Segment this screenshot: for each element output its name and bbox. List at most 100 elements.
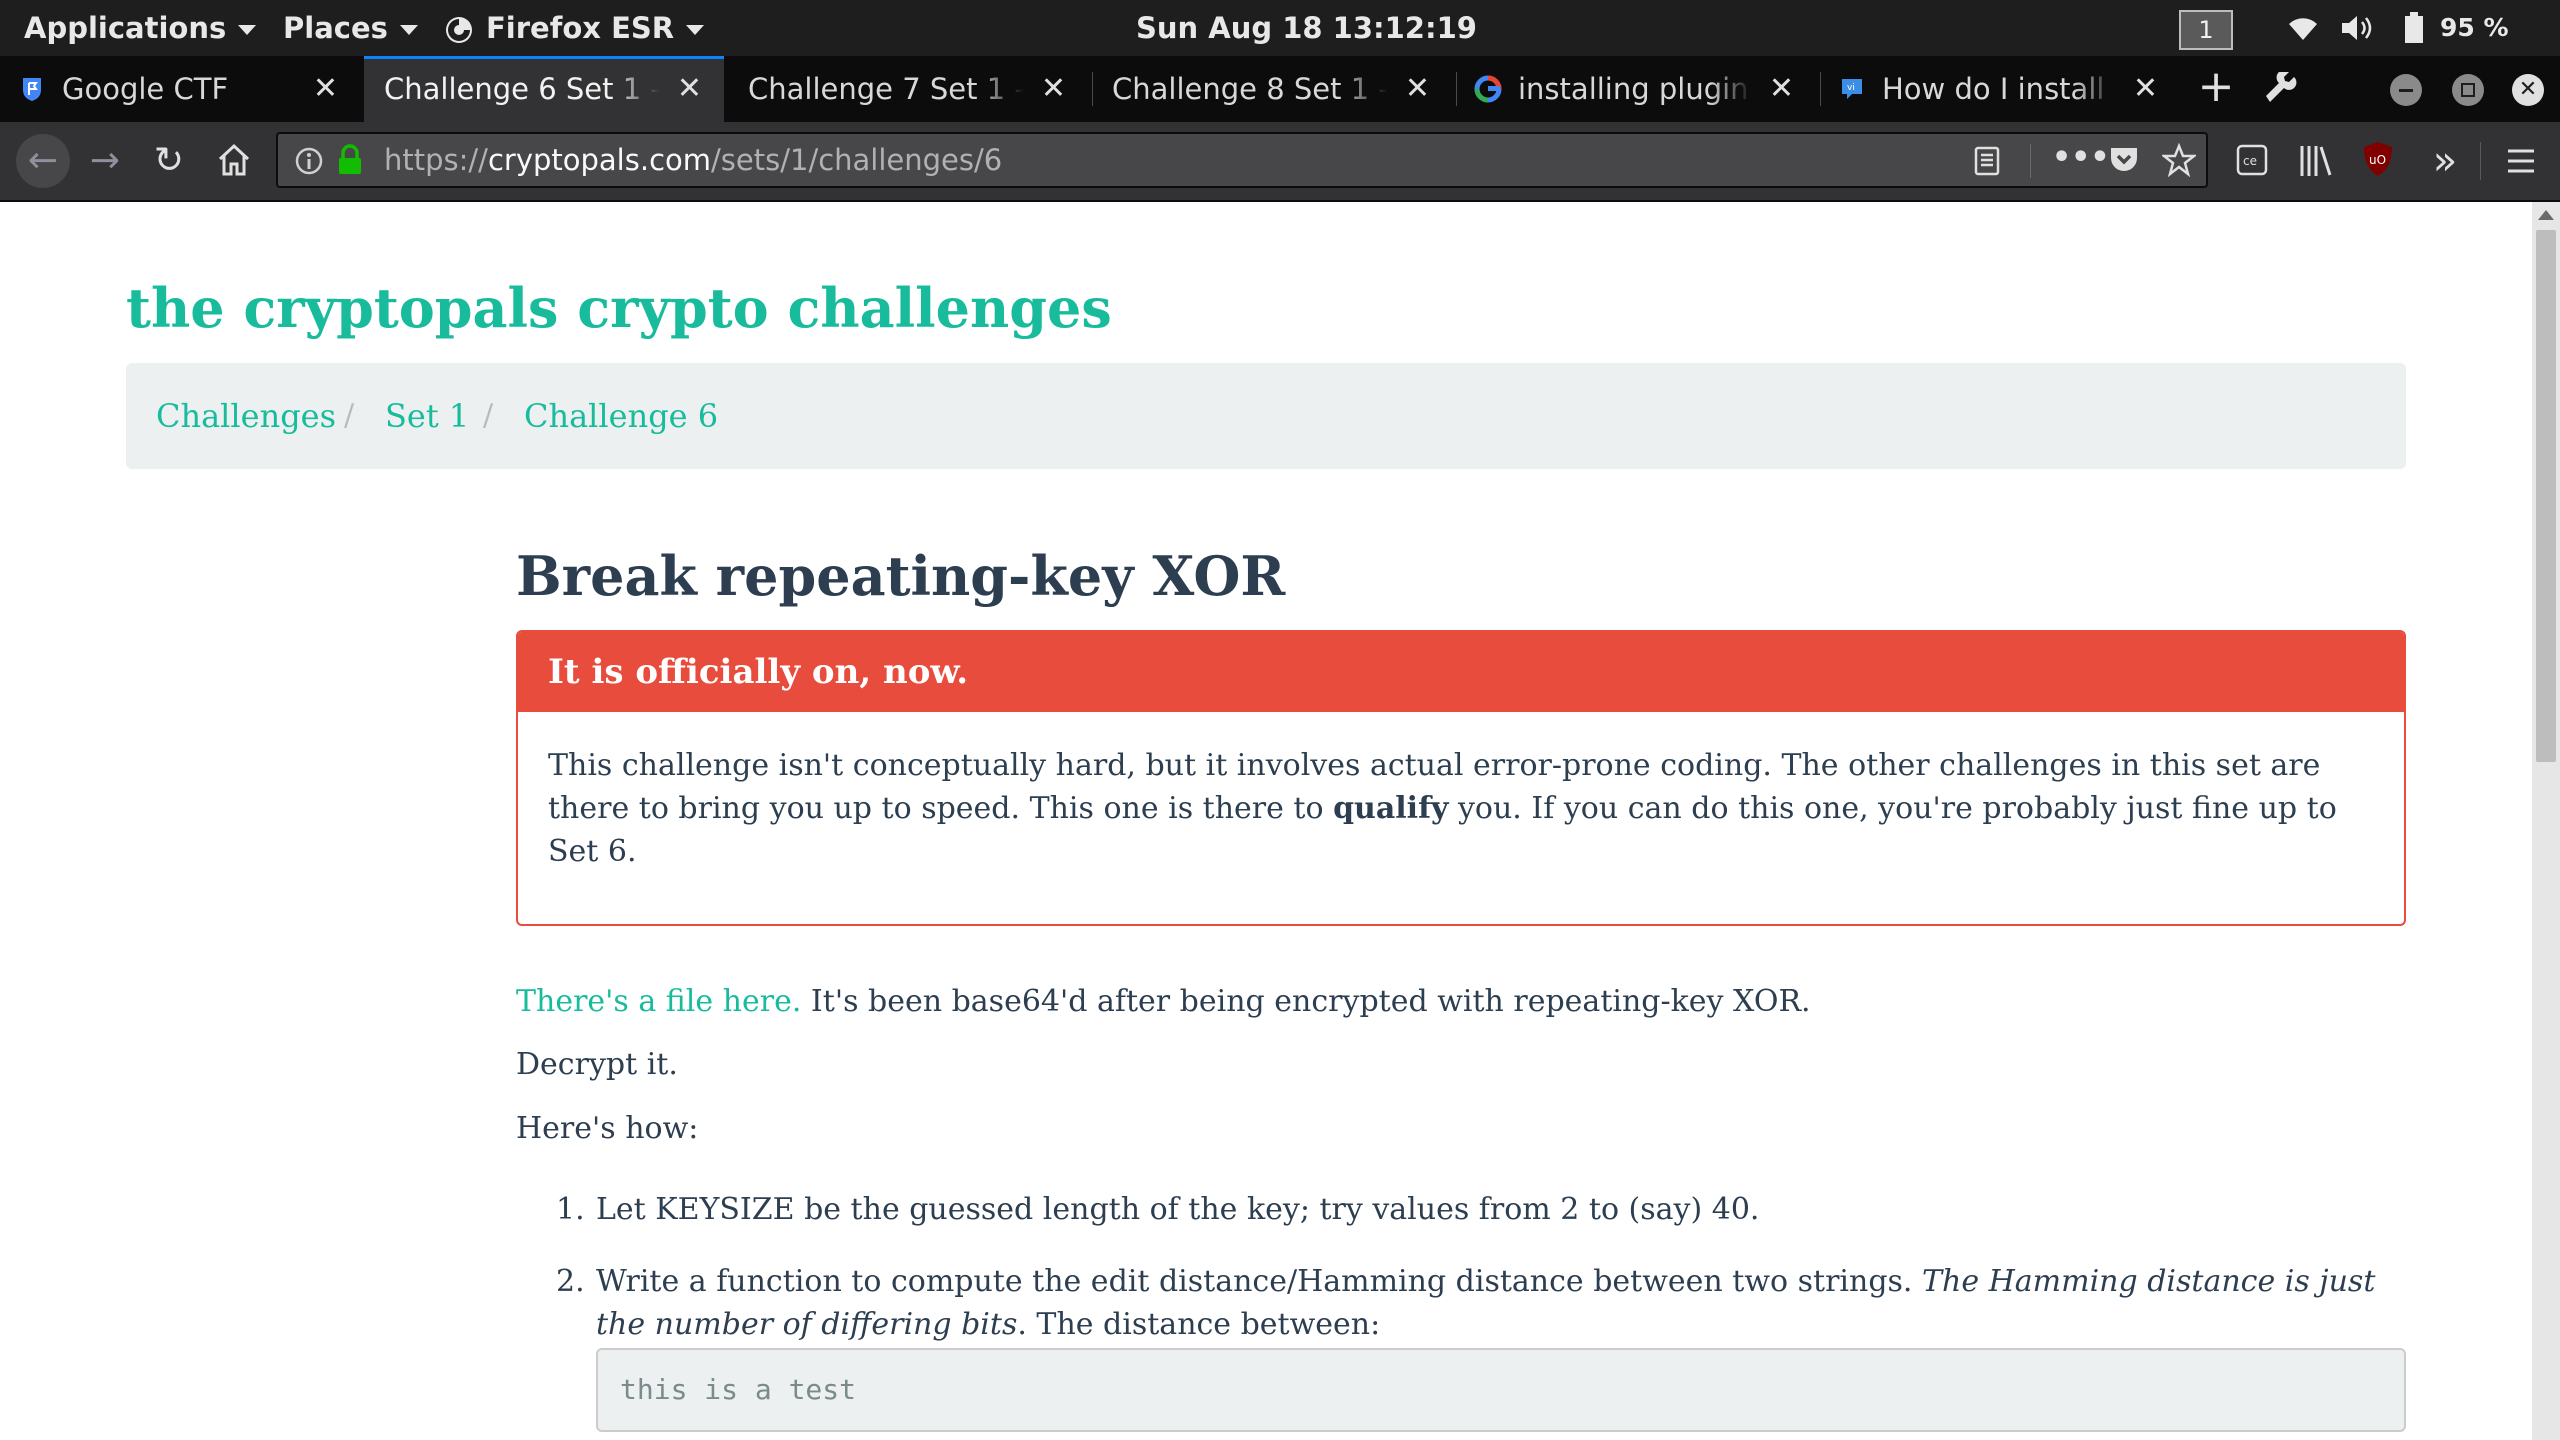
window-maximize-button[interactable] (2452, 74, 2484, 106)
firefox-caret-icon (686, 25, 705, 35)
code-text: this is a test (620, 1373, 857, 1406)
url-bar[interactable]: https://cryptopals.com/sets/1/challenges… (276, 132, 2208, 188)
url-host: cryptopals.com (487, 143, 712, 177)
list-number: 2. (556, 1264, 585, 1299)
reload-button[interactable]: ↻ (146, 138, 192, 184)
url-bar-divider (2030, 144, 2031, 178)
tab-installing-plugin[interactable]: installing plugin via ✕ (1456, 56, 1816, 122)
places-menu[interactable]: Places (283, 0, 418, 56)
extension-icon[interactable]: ce (2236, 144, 2268, 176)
toolbar-divider (2480, 142, 2481, 180)
tab-challenge-6[interactable]: Challenge 6 Set 1 - The Cryptopals Crypt… (364, 56, 724, 122)
breadcrumb-separator: / (483, 398, 494, 433)
url-path: /sets/1/challenges/6 (711, 143, 1003, 177)
wifi-icon[interactable] (2286, 14, 2320, 42)
tab-strip: Google CTF ✕ Challenge 6 Set 1 - The Cry… (0, 56, 2560, 122)
reader-view-icon[interactable] (1972, 146, 2002, 176)
breadcrumb-challenges[interactable]: Challenges (156, 363, 336, 469)
applications-menu[interactable]: Applications (24, 0, 257, 56)
page-scrollbar[interactable] (2532, 202, 2560, 1440)
clock[interactable]: Sun Aug 18 13:12:19 (1136, 0, 1477, 56)
code-block: this is a test (596, 1348, 2406, 1432)
list-text: Write a function to compute the edit dis… (596, 1260, 2406, 1346)
breadcrumb-set-1[interactable]: Set 1 (385, 363, 469, 469)
breadcrumb-separator: / (344, 398, 355, 433)
scrollbar-thumb[interactable] (2536, 230, 2556, 762)
file-link[interactable]: There's a file here. (516, 984, 801, 1019)
breadcrumb-challenge-6[interactable]: Challenge 6 (524, 363, 718, 469)
library-icon[interactable] (2298, 144, 2334, 178)
tab-title: Challenge 8 Set 1 - The Cryptopals Crypt… (1112, 72, 1388, 106)
new-tab-icon[interactable]: + (2196, 56, 2236, 122)
svg-text:ce: ce (2243, 154, 2257, 168)
lock-icon[interactable] (336, 144, 364, 176)
step-text: Write a function to compute the edit dis… (596, 1264, 1922, 1299)
firefox-label: Firefox ESR (486, 11, 675, 45)
breadcrumb: Challenges / Set 1 / Challenge 6 (126, 363, 2406, 469)
tab-title: installing plugin via (1518, 72, 1752, 106)
firefox-logo-icon (446, 17, 472, 43)
url-scheme: https:// (384, 143, 488, 177)
google-favicon-icon (1474, 75, 1502, 103)
overflow-menu-icon[interactable]: » (2422, 138, 2468, 184)
tab-close-icon[interactable]: ✕ (1041, 56, 1066, 122)
file-paragraph-text: It's been base64'd after being encrypted… (801, 984, 1811, 1019)
panel-bold-text: qualify (1333, 791, 1449, 826)
volume-icon[interactable] (2340, 14, 2376, 42)
step-text: . The distance between: (1017, 1307, 1381, 1342)
window-close-button[interactable]: ✕ (2512, 74, 2544, 106)
firefox-app-menu[interactable]: Firefox ESR (444, 0, 705, 56)
tab-challenge-7[interactable]: Challenge 7 Set 1 - The Cryptopals Crypt… (728, 56, 1088, 122)
tab-title: Challenge 6 Set 1 - The Cryptopals Crypt… (384, 72, 660, 106)
maximize-icon (2461, 83, 2475, 97)
bookmark-star-icon[interactable] (2162, 143, 2196, 177)
tab-close-icon[interactable]: ✕ (2133, 56, 2158, 122)
svg-text:vi: vi (1847, 83, 1855, 93)
page-actions-icon[interactable]: ••• (2052, 134, 2110, 182)
workspace-indicator[interactable]: 1 (2179, 10, 2233, 50)
file-paragraph: There's a file here. It's been base64'd … (516, 984, 1811, 1019)
list-text: Let KEYSIZE be the guessed length of the… (596, 1192, 1760, 1227)
site-title[interactable]: the cryptopals crypto challenges (126, 276, 1112, 340)
forward-button[interactable]: → (82, 138, 128, 184)
site-info-icon[interactable] (294, 146, 324, 176)
hamburger-menu-icon[interactable] (2506, 148, 2536, 174)
applications-caret-icon (238, 25, 257, 35)
svg-text:uO: uO (2369, 153, 2386, 167)
tab-close-icon[interactable]: ✕ (1405, 56, 1430, 122)
tab-close-icon[interactable]: ✕ (1769, 56, 1794, 122)
tab-how-install-plugin[interactable]: vi How do I install a plugin ✕ (1820, 56, 2180, 122)
home-icon[interactable] (216, 142, 252, 178)
places-caret-icon (399, 25, 418, 35)
scroll-up-arrow-icon[interactable] (2538, 210, 2554, 220)
minimize-icon (2399, 89, 2413, 92)
navigation-toolbar: ← → ↻ https://cryptopals.com/sets/1/chal… (0, 122, 2560, 202)
warning-panel-heading: It is officially on, now. (518, 632, 2404, 712)
wrench-icon[interactable] (2264, 72, 2298, 106)
window-minimize-button[interactable] (2390, 74, 2422, 106)
applications-label: Applications (24, 11, 227, 45)
list-number: 1. (556, 1192, 585, 1227)
decrypt-paragraph: Decrypt it. (516, 1047, 678, 1082)
howto-paragraph: Here's how: (516, 1111, 699, 1146)
google-ctf-favicon-icon (23, 78, 41, 101)
back-button[interactable]: ← (16, 134, 70, 188)
tab-close-icon[interactable]: ✕ (313, 56, 338, 122)
system-top-bar: Applications Places Firefox ESR Sun Aug … (0, 0, 2560, 56)
warning-panel: It is officially on, now. This challenge… (516, 630, 2406, 926)
stackexchange-favicon-icon: vi (1842, 79, 1862, 99)
tab-close-icon[interactable]: ✕ (677, 59, 702, 119)
tab-title: Google CTF (62, 72, 229, 106)
warning-panel-body: This challenge isn't conceptually hard, … (548, 744, 2368, 873)
ublock-origin-icon[interactable]: uO (2362, 140, 2394, 178)
battery-percentage: 95 % (2440, 13, 2509, 42)
page-viewport: the cryptopals crypto challenges Challen… (0, 202, 2532, 1440)
places-label: Places (283, 11, 388, 45)
tab-title: How do I install a plugin (1882, 72, 2116, 106)
url-text[interactable]: https://cryptopals.com/sets/1/challenges… (384, 134, 1002, 186)
tab-google-ctf[interactable]: Google CTF ✕ (0, 56, 360, 122)
pocket-icon[interactable] (2108, 145, 2140, 175)
tab-title: Challenge 7 Set 1 - The Cryptopals Crypt… (748, 72, 1024, 106)
battery-icon[interactable] (2404, 12, 2424, 44)
tab-challenge-8[interactable]: Challenge 8 Set 1 - The Cryptopals Crypt… (1092, 56, 1452, 122)
